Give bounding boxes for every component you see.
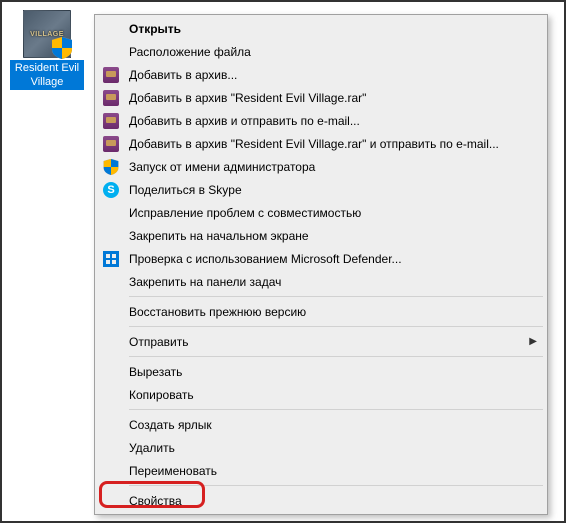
blank-icon xyxy=(101,204,121,222)
menu-delete[interactable]: Удалить xyxy=(97,436,545,459)
menu-restore-previous-label: Восстановить прежнюю версию xyxy=(129,305,537,319)
menu-send-to[interactable]: Отправить ▶ xyxy=(97,330,545,353)
menu-copy-label: Копировать xyxy=(129,388,537,402)
defender-icon xyxy=(101,250,121,268)
menu-share-skype-label: Поделиться в Skype xyxy=(129,183,537,197)
menu-add-named-email-label: Добавить в архив "Resident Evil Village.… xyxy=(129,137,537,151)
blank-icon xyxy=(101,333,121,351)
menu-separator xyxy=(129,485,543,486)
menu-add-and-email-label: Добавить в архив и отправить по e-mail..… xyxy=(129,114,537,128)
menu-share-skype[interactable]: S Поделиться в Skype xyxy=(97,178,545,201)
blank-icon xyxy=(101,416,121,434)
menu-separator xyxy=(129,296,543,297)
menu-defender-scan[interactable]: Проверка с использованием Microsoft Defe… xyxy=(97,247,545,270)
winrar-icon xyxy=(101,66,121,84)
menu-add-named-email[interactable]: Добавить в архив "Resident Evil Village.… xyxy=(97,132,545,155)
menu-troubleshoot[interactable]: Исправление проблем с совместимостью xyxy=(97,201,545,224)
menu-add-to-named[interactable]: Добавить в архив "Resident Evil Village.… xyxy=(97,86,545,109)
winrar-icon xyxy=(101,135,121,153)
menu-open[interactable]: Открыть xyxy=(97,17,545,40)
menu-delete-label: Удалить xyxy=(129,441,537,455)
blank-icon xyxy=(101,273,121,291)
menu-pin-start-label: Закрепить на начальном экране xyxy=(129,229,537,243)
menu-create-shortcut[interactable]: Создать ярлык xyxy=(97,413,545,436)
blank-icon xyxy=(101,386,121,404)
menu-troubleshoot-label: Исправление проблем с совместимостью xyxy=(129,206,537,220)
menu-pin-start[interactable]: Закрепить на начальном экране xyxy=(97,224,545,247)
uac-shield-icon xyxy=(101,158,121,176)
menu-add-and-email[interactable]: Добавить в архив и отправить по e-mail..… xyxy=(97,109,545,132)
blank-icon xyxy=(101,227,121,245)
menu-separator xyxy=(129,326,543,327)
menu-send-to-label: Отправить xyxy=(129,335,521,349)
blank-icon xyxy=(101,43,121,61)
uac-shield-icon xyxy=(52,37,72,59)
menu-separator xyxy=(129,356,543,357)
menu-properties-label: Свойства xyxy=(129,494,537,508)
menu-pin-taskbar[interactable]: Закрепить на панели задач xyxy=(97,270,545,293)
menu-rename-label: Переименовать xyxy=(129,464,537,478)
menu-properties[interactable]: Свойства xyxy=(97,489,545,512)
shortcut-thumbnail: VILLAGE xyxy=(23,10,71,58)
menu-create-shortcut-label: Создать ярлык xyxy=(129,418,537,432)
menu-restore-previous[interactable]: Восстановить прежнюю версию xyxy=(97,300,545,323)
desktop-shortcut[interactable]: VILLAGE Resident Evil Village xyxy=(10,10,84,90)
menu-run-as-admin[interactable]: Запуск от имени администратора xyxy=(97,155,545,178)
blank-icon xyxy=(101,20,121,38)
menu-file-location[interactable]: Расположение файла xyxy=(97,40,545,63)
menu-rename[interactable]: Переименовать xyxy=(97,459,545,482)
winrar-icon xyxy=(101,89,121,107)
menu-cut[interactable]: Вырезать xyxy=(97,360,545,383)
menu-separator xyxy=(129,409,543,410)
menu-copy[interactable]: Копировать xyxy=(97,383,545,406)
winrar-icon xyxy=(101,112,121,130)
blank-icon xyxy=(101,462,121,480)
menu-cut-label: Вырезать xyxy=(129,365,537,379)
blank-icon xyxy=(101,492,121,510)
menu-defender-scan-label: Проверка с использованием Microsoft Defe… xyxy=(129,252,537,266)
blank-icon xyxy=(101,303,121,321)
menu-add-to-archive-label: Добавить в архив... xyxy=(129,68,537,82)
menu-pin-taskbar-label: Закрепить на панели задач xyxy=(129,275,537,289)
menu-file-location-label: Расположение файла xyxy=(129,45,537,59)
chevron-right-icon: ▶ xyxy=(529,336,537,347)
context-menu: Открыть Расположение файла Добавить в ар… xyxy=(94,14,548,515)
menu-add-to-archive[interactable]: Добавить в архив... xyxy=(97,63,545,86)
skype-icon: S xyxy=(101,181,121,199)
blank-icon xyxy=(101,363,121,381)
menu-run-as-admin-label: Запуск от имени администратора xyxy=(129,160,537,174)
menu-open-label: Открыть xyxy=(129,22,537,36)
blank-icon xyxy=(101,439,121,457)
shortcut-label: Resident Evil Village xyxy=(10,60,84,90)
menu-add-to-named-label: Добавить в архив "Resident Evil Village.… xyxy=(129,91,537,105)
